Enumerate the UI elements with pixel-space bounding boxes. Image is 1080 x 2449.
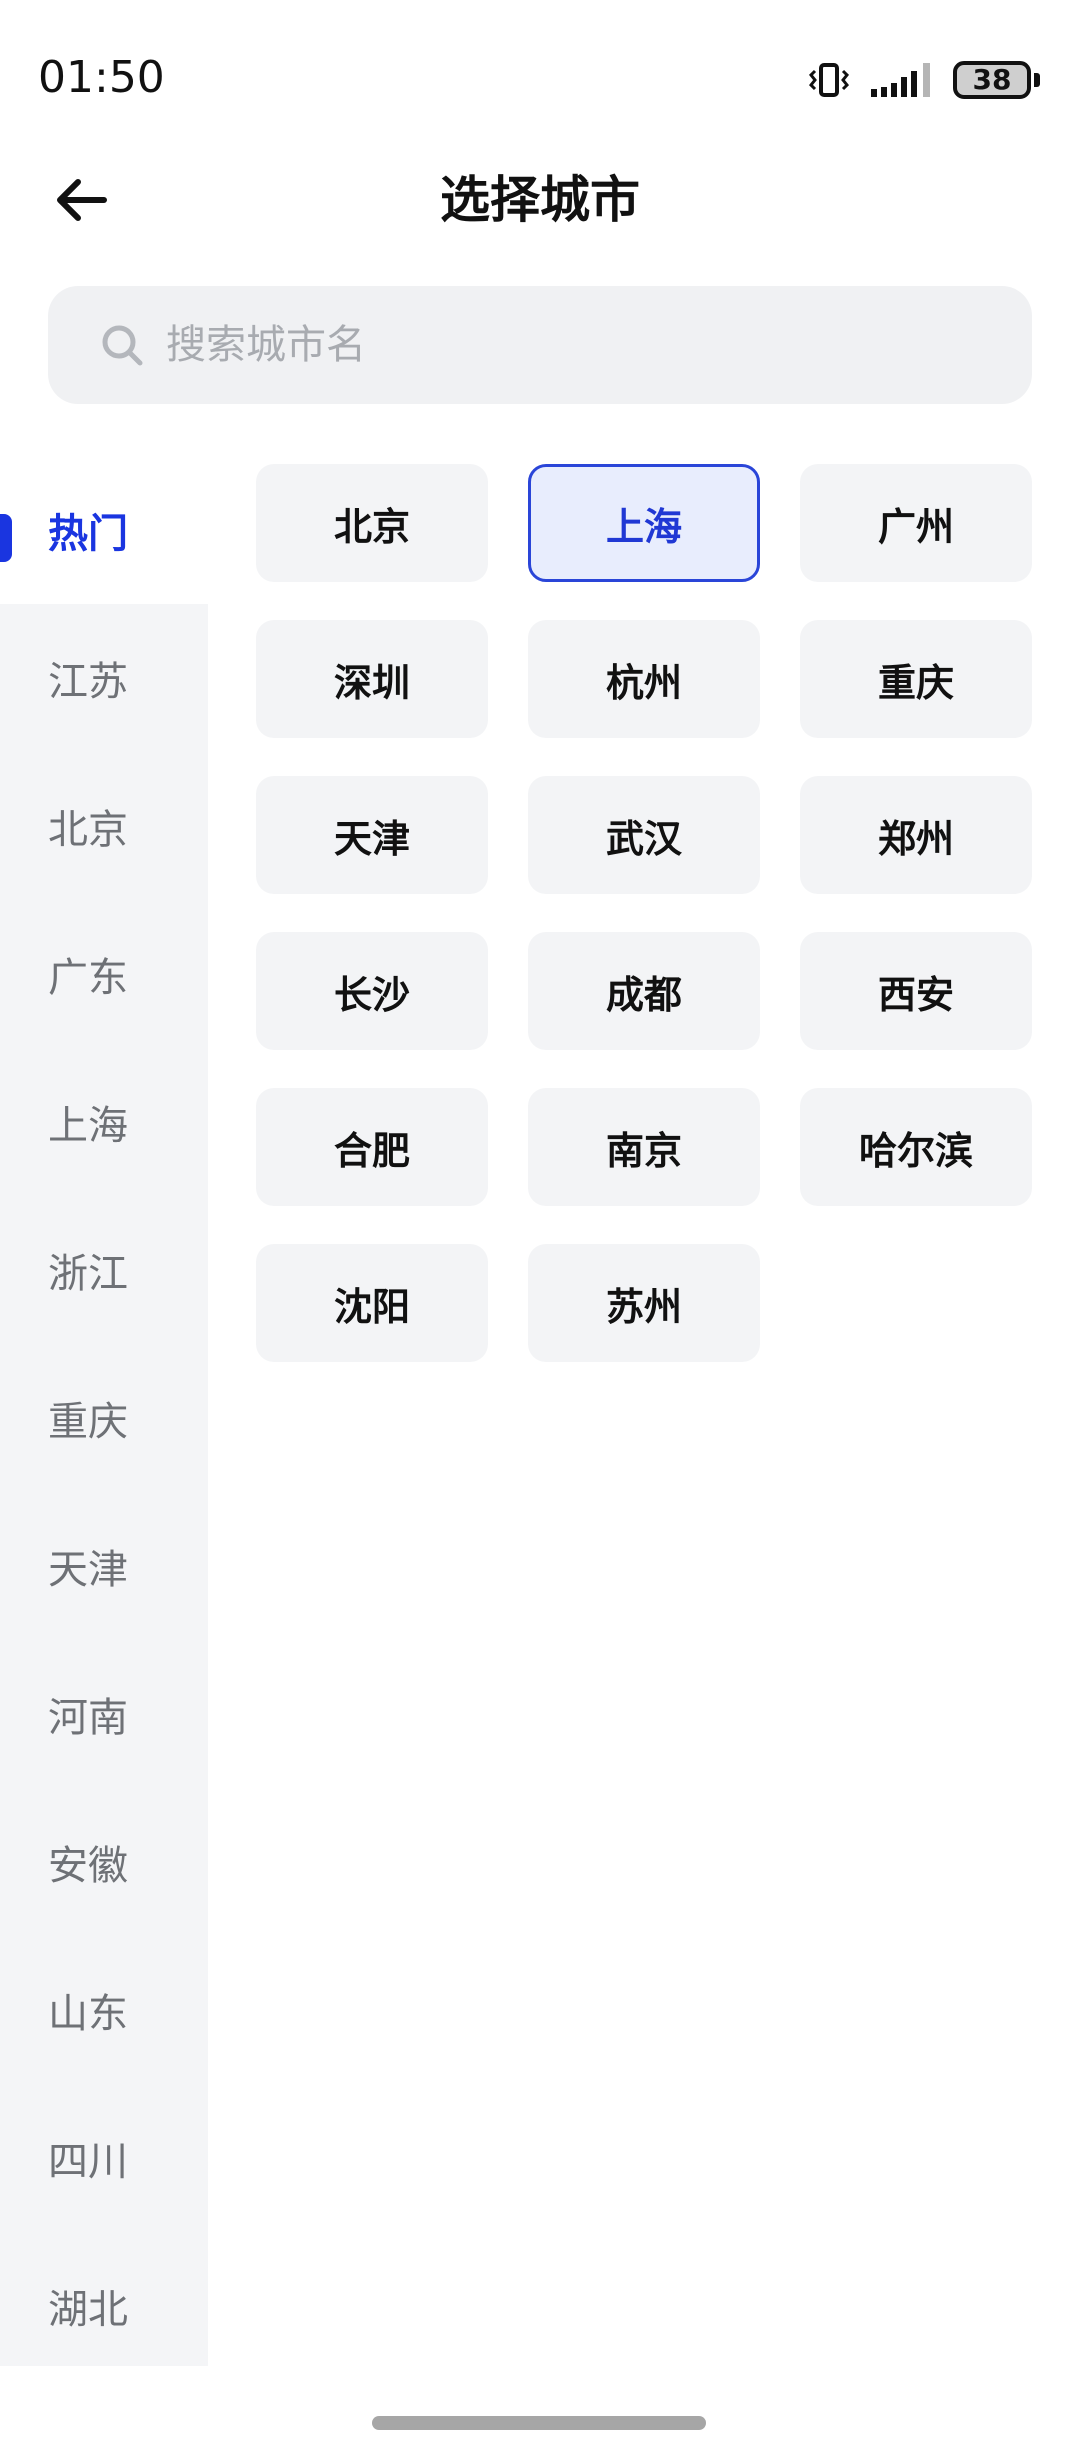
city-button[interactable]: 西安 [800,932,1032,1050]
search-box[interactable] [48,286,1032,404]
sidebar-item[interactable]: 安徽 [0,1788,208,1936]
city-button[interactable]: 长沙 [256,932,488,1050]
home-indicator[interactable] [372,2416,706,2430]
sidebar-item-label: 江苏 [48,659,128,705]
city-button[interactable]: 天津 [256,776,488,894]
city-button[interactable]: 南京 [528,1088,760,1206]
sidebar-item[interactable]: 天津 [0,1492,208,1640]
sidebar-item[interactable]: 河南 [0,1640,208,1788]
sidebar-item-label: 四川 [48,2139,128,2185]
city-button[interactable]: 哈尔滨 [800,1088,1032,1206]
sidebar-item-label: 广东 [48,955,128,1001]
city-button-selected[interactable]: 上海 [528,464,760,582]
city-picker-screen: 01:50 38 选择城市 搜索城市名 热门 江苏 北京 广东 上海 浙江 重庆… [0,0,1080,2449]
battery-level: 38 [953,61,1031,99]
city-button[interactable]: 郑州 [800,776,1032,894]
sidebar-item[interactable]: 北京 [0,752,208,900]
city-button[interactable]: 沈阳 [256,1244,488,1362]
city-button[interactable]: 重庆 [800,620,1032,738]
sidebar-item-label: 热门 [48,511,128,557]
header: 选择城市 [0,150,1080,250]
city-button[interactable]: 苏州 [528,1244,760,1362]
battery-percent: 38 [972,63,1012,96]
province-sidebar: 热门江苏北京广东上海浙江重庆天津河南安徽山东四川湖北 [0,456,208,2366]
sidebar-item[interactable]: 广东 [0,900,208,1048]
city-button[interactable]: 杭州 [528,620,760,738]
vibrate-icon [807,61,851,99]
city-button[interactable]: 北京 [256,464,488,582]
city-grid: 北京 上海 广州深圳 杭州 重庆天津 武汉 郑州长沙 成都 西安合肥 南京 哈尔滨沈阳 苏州 [256,464,1032,1362]
sidebar-item-label: 浙江 [48,1251,128,1297]
signal-icon [869,61,935,99]
sidebar-item[interactable]: 上海 [0,1048,208,1196]
sidebar-item-label: 山东 [48,1991,128,2037]
sidebar-item[interactable]: 湖北 [0,2232,208,2380]
city-button[interactable]: 成都 [528,932,760,1050]
status-icons: 38 [807,58,1040,102]
battery-icon: 38 [953,61,1040,99]
city-button[interactable]: 合肥 [256,1088,488,1206]
sidebar-item-label: 湖北 [48,2287,128,2333]
sidebar-item-label: 安徽 [48,1843,128,1889]
sidebar-item[interactable]: 重庆 [0,1344,208,1492]
battery-cap [1034,73,1040,87]
page-title: 选择城市 [440,171,640,229]
city-button[interactable]: 深圳 [256,620,488,738]
sidebar-item-label: 重庆 [48,1399,128,1445]
sidebar-item[interactable]: 浙江 [0,1196,208,1344]
sidebar-item-label: 北京 [48,807,128,853]
city-button[interactable]: 武汉 [528,776,760,894]
status-time: 01:50 [38,52,165,103]
sidebar-item-label: 上海 [48,1103,128,1149]
search-icon [102,325,143,366]
sidebar-item-label: 河南 [48,1695,128,1741]
sidebar-item-label: 天津 [48,1547,128,1593]
sidebar-item[interactable]: 热门 [0,456,208,604]
sidebar-item[interactable]: 江苏 [0,604,208,752]
city-button[interactable]: 广州 [800,464,1032,582]
search-input[interactable] [166,286,1032,404]
sidebar-item[interactable]: 山东 [0,1936,208,2084]
status-bar: 01:50 38 [0,0,1080,150]
sidebar-item[interactable]: 四川 [0,2084,208,2232]
